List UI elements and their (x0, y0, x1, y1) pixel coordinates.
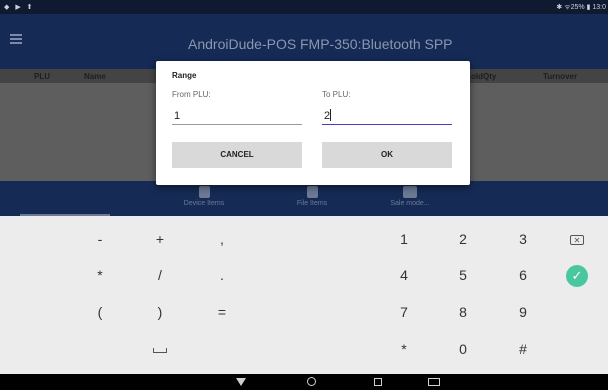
col-name-header[interactable]: Name (84, 72, 106, 81)
col-turnover-header[interactable]: Turnover (543, 72, 577, 81)
key-space[interactable] (135, 334, 185, 364)
key-asterisk[interactable]: * (75, 260, 125, 290)
cancel-button[interactable]: CANCEL (172, 142, 302, 168)
from-plu-input[interactable]: 1 (172, 107, 302, 125)
nav-file-items[interactable]: File Items (277, 186, 347, 207)
key-equals[interactable]: = (197, 297, 247, 327)
key-1[interactable]: 1 (379, 224, 429, 254)
text-cursor (330, 109, 332, 121)
keyboard-switch-icon[interactable] (428, 378, 440, 386)
key-7[interactable]: 7 (379, 297, 429, 327)
bottom-navigation: Device Items File Items Sale mode... (0, 181, 608, 216)
key-6[interactable]: 6 (498, 260, 548, 290)
key-8[interactable]: 8 (438, 297, 488, 327)
key-comma[interactable]: , (197, 224, 247, 254)
device-connection-title: FMP-350:Bluetooth SPP (300, 36, 453, 52)
status-right-info: ✱ ᯤ25% ▮ 13:0 (556, 4, 606, 11)
numeric-keyboard: - + , 1 2 3 ✕ * / . 4 5 6 ✓ ( ) = 7 8 9 … (0, 216, 608, 374)
space-icon (153, 347, 167, 353)
nav-device-items-label: Device Items (183, 200, 225, 207)
key-open-paren[interactable]: ( (75, 297, 125, 327)
nav-sale-mode[interactable]: Sale mode... (375, 186, 445, 207)
key-backspace[interactable]: ✕ (552, 224, 602, 254)
from-plu-value: 1 (174, 110, 181, 122)
checkmark-icon: ✓ (566, 265, 588, 288)
range-dialog: Range From PLU: To PLU: 1 2 CANCEL OK (156, 61, 470, 185)
nav-sale-mode-label: Sale mode... (390, 200, 430, 207)
key-done[interactable]: ✓ (552, 260, 602, 290)
home-icon[interactable] (307, 377, 316, 386)
key-3[interactable]: 3 (498, 224, 548, 254)
key-star[interactable]: * (379, 334, 429, 364)
key-2[interactable]: 2 (438, 224, 488, 254)
key-9[interactable]: 9 (498, 297, 548, 327)
col-plu-header[interactable]: PLU (34, 72, 50, 81)
key-hash[interactable]: # (498, 334, 548, 364)
database-icon (198, 186, 210, 198)
register-icon (403, 186, 417, 198)
hamburger-menu-icon[interactable] (10, 34, 22, 44)
key-0[interactable]: 0 (438, 334, 488, 364)
from-plu-label: From PLU: (172, 90, 211, 99)
nav-device-items[interactable]: Device Items (169, 186, 239, 207)
recents-icon[interactable] (374, 378, 382, 386)
backspace-icon: ✕ (570, 235, 584, 246)
file-icon (306, 186, 318, 198)
dialog-title: Range (172, 71, 197, 80)
back-icon[interactable] (236, 378, 246, 386)
key-period[interactable]: . (197, 260, 247, 290)
status-bar: ◆ ▶ ⬆ ✱ ᯤ25% ▮ 13:0 (0, 0, 608, 14)
to-plu-input[interactable]: 2 (322, 107, 452, 125)
key-plus[interactable]: + (135, 224, 185, 254)
to-plu-label: To PLU: (322, 90, 351, 99)
app-title: AndroiDude-POS (188, 36, 297, 52)
key-minus[interactable]: - (75, 224, 125, 254)
status-left-icons: ◆ ▶ ⬆ (4, 4, 35, 11)
system-navigation-bar (0, 374, 608, 390)
ok-button[interactable]: OK (322, 142, 452, 168)
col-soldqty-header[interactable]: oldQty (471, 72, 496, 81)
nav-file-items-label: File Items (296, 200, 328, 207)
key-4[interactable]: 4 (379, 260, 429, 290)
key-5[interactable]: 5 (438, 260, 488, 290)
key-slash[interactable]: / (135, 260, 185, 290)
key-close-paren[interactable]: ) (135, 297, 185, 327)
